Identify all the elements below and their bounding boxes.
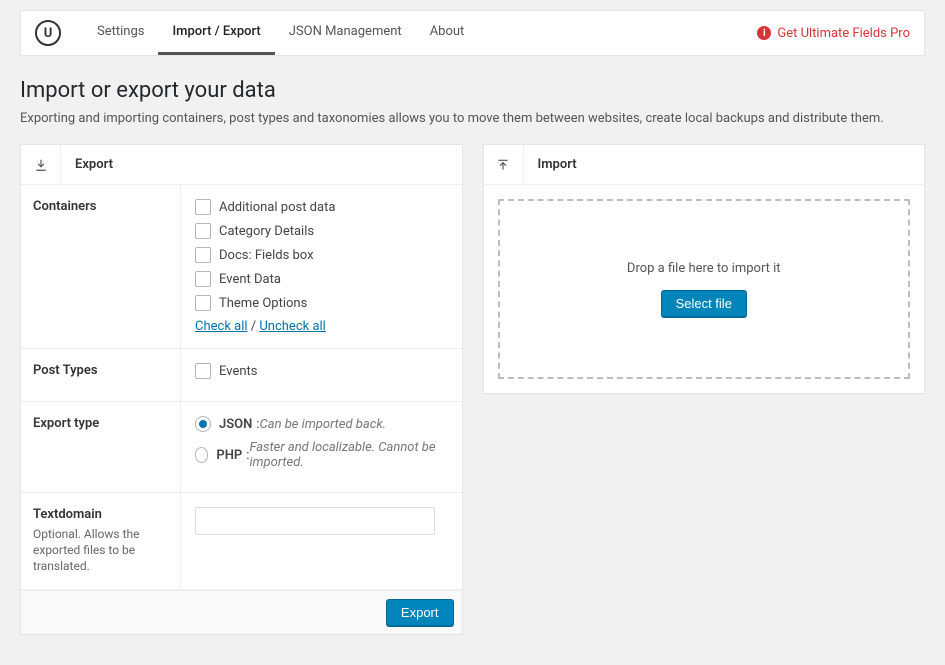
checkbox-icon	[195, 247, 211, 263]
radio-name: JSON	[219, 417, 252, 432]
app-logo: U	[35, 20, 61, 46]
checkbox-icon	[195, 295, 211, 311]
export-icon	[21, 145, 61, 184]
container-checkbox-additional-post-data[interactable]: Additional post data	[195, 199, 448, 215]
checkbox-label: Docs: Fields box	[219, 248, 314, 263]
tab-import-export[interactable]: Import / Export	[158, 11, 274, 55]
radio-note: Can be imported back.	[260, 417, 387, 432]
label-textdomain: Textdomain Optional. Allows the exported…	[21, 493, 181, 589]
row-post-types: Post Types Events	[21, 349, 462, 402]
label-post-types: Post Types	[21, 349, 181, 401]
row-containers: Containers Additional post data Category…	[21, 185, 462, 349]
import-dropzone[interactable]: Drop a file here to import it Select fil…	[498, 199, 911, 379]
radio-note: Faster and localizable. Cannot be import…	[249, 440, 447, 470]
tab-about[interactable]: About	[416, 11, 479, 55]
tab-json-management[interactable]: JSON Management	[275, 11, 416, 55]
container-checkbox-event-data[interactable]: Event Data	[195, 271, 448, 287]
container-bulk-actions: Check all / Uncheck all	[195, 319, 448, 334]
row-textdomain: Textdomain Optional. Allows the exported…	[21, 493, 462, 590]
body-post-types: Events	[181, 349, 462, 401]
main-columns: Export Containers Additional post data C…	[20, 144, 925, 635]
nav-tabs: Settings Import / Export JSON Management…	[83, 11, 478, 55]
label-containers: Containers	[21, 185, 181, 348]
info-icon: i	[757, 26, 771, 40]
textdomain-input[interactable]	[195, 507, 435, 535]
export-panel: Export Containers Additional post data C…	[20, 144, 463, 635]
page-description: Exporting and importing containers, post…	[20, 111, 925, 126]
uncheck-all-link[interactable]: Uncheck all	[259, 319, 325, 334]
body-textdomain	[181, 493, 462, 589]
container-checkbox-docs-fields-box[interactable]: Docs: Fields box	[195, 247, 448, 263]
checkbox-label: Theme Options	[219, 296, 307, 311]
checkbox-icon	[195, 363, 211, 379]
check-all-link[interactable]: Check all	[195, 319, 248, 334]
label-textdomain-sub: Optional. Allows the exported files to b…	[33, 526, 168, 575]
row-export-type: Export type JSON: Can be imported back. …	[21, 402, 462, 493]
import-icon	[484, 145, 524, 184]
radio-icon	[195, 447, 208, 463]
export-panel-footer: Export	[21, 590, 462, 634]
import-panel-header: Import	[484, 145, 925, 185]
export-type-json[interactable]: JSON: Can be imported back.	[195, 416, 448, 432]
import-panel: Import Drop a file here to import it Sel…	[483, 144, 926, 394]
radio-name: PHP	[216, 448, 242, 463]
export-button[interactable]: Export	[386, 599, 454, 626]
body-export-type: JSON: Can be imported back. PHP: Faster …	[181, 402, 462, 492]
export-column: Export Containers Additional post data C…	[20, 144, 463, 635]
select-file-button[interactable]: Select file	[661, 290, 747, 317]
export-panel-header: Export	[21, 145, 462, 185]
import-panel-title: Import	[524, 157, 577, 172]
container-checkbox-theme-options[interactable]: Theme Options	[195, 295, 448, 311]
checkbox-label: Category Details	[219, 224, 314, 239]
container-checkbox-category-details[interactable]: Category Details	[195, 223, 448, 239]
checkbox-label: Additional post data	[219, 200, 335, 215]
checkbox-label: Event Data	[219, 272, 281, 287]
label-textdomain-title: Textdomain	[33, 507, 168, 522]
page-title: Import or export your data	[20, 78, 925, 103]
separator: /	[248, 319, 260, 334]
body-containers: Additional post data Category Details Do…	[181, 185, 462, 348]
checkbox-icon	[195, 271, 211, 287]
import-drop-text: Drop a file here to import it	[627, 261, 781, 276]
post-type-checkbox-events[interactable]: Events	[195, 363, 448, 379]
top-nav: U Settings Import / Export JSON Manageme…	[20, 10, 925, 56]
checkbox-icon	[195, 223, 211, 239]
label-export-type: Export type	[21, 402, 181, 492]
import-column: Import Drop a file here to import it Sel…	[483, 144, 926, 635]
tab-settings[interactable]: Settings	[83, 11, 158, 55]
radio-icon	[195, 416, 211, 432]
export-panel-title: Export	[61, 157, 113, 172]
checkbox-icon	[195, 199, 211, 215]
get-pro-label: Get Ultimate Fields Pro	[777, 26, 910, 41]
checkbox-label: Events	[219, 364, 257, 379]
get-pro-link[interactable]: i Get Ultimate Fields Pro	[757, 26, 910, 41]
export-type-php[interactable]: PHP: Faster and localizable. Cannot be i…	[195, 440, 448, 470]
